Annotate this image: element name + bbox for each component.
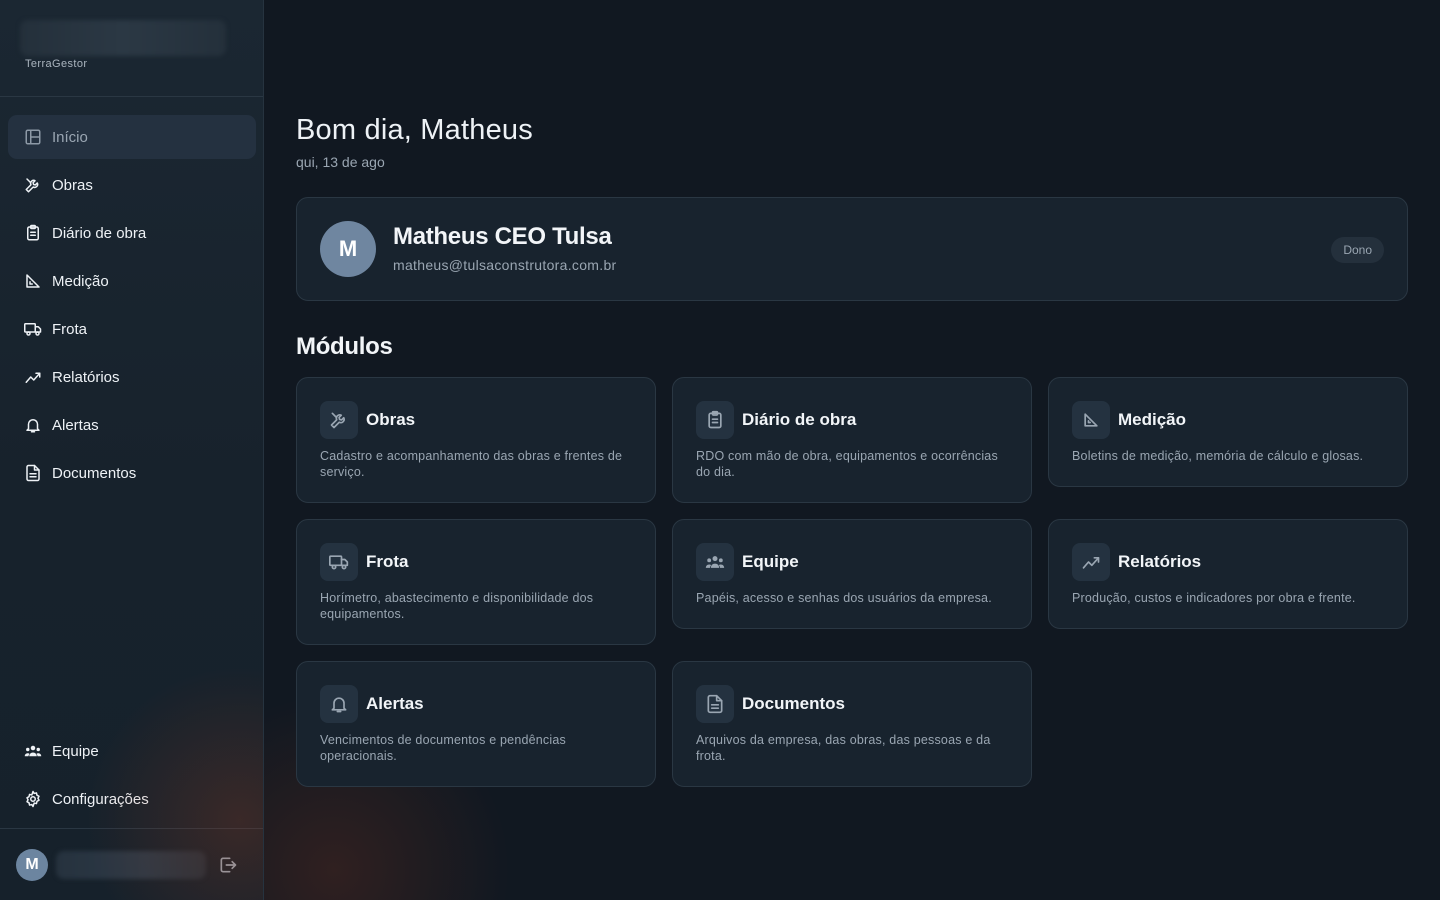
page-title: Bom dia, Matheus [296,114,533,146]
users-icon [696,543,734,581]
sidebar-item-label: Início [52,128,88,146]
modules-title: Módulos [296,333,393,360]
module-title: Medição [1118,410,1187,429]
sidebar-item-equipe[interactable]: Equipe [8,729,256,773]
logout-icon[interactable] [218,855,238,875]
module-description: Boletins de medição, memória de cálculo … [1072,449,1364,463]
sidebar-item-relatorios[interactable]: Relatórios [8,355,256,399]
sidebar-item-label: Equipe [52,742,99,760]
trend-chart-icon [1072,543,1110,581]
module-title: Diário de obra [742,410,857,429]
module-title: Documentos [742,694,845,713]
module-card-equipe[interactable]: Equipe Papéis, acesso e senhas dos usuár… [672,519,1032,629]
module-description: Produção, custos e indicadores por obra … [1072,591,1356,605]
brand-area: TerraGestor [0,0,263,97]
main-content: Bom dia, Matheus qui, 13 de ago M Matheu… [264,0,1440,900]
sidebar-item-label: Medição [52,272,109,290]
profile-card: M Matheus CEO Tulsa matheus@tulsaconstru… [296,197,1408,301]
module-description: RDO com mão de obra, equipamentos e ocor… [696,449,998,479]
sidebar-item-label: Configurações [52,790,149,808]
gear-icon [24,790,42,808]
ruler-triangle-icon [1072,401,1110,439]
ruler-triangle-icon [24,272,42,290]
brand-logo-blurred [20,20,226,56]
module-card-obras[interactable]: Obras Cadastro e acompanhamento das obra… [296,377,656,503]
module-description: Horímetro, abastecimento e disponibilida… [320,591,594,621]
module-card-relatorios[interactable]: Relatórios Produção, custos e indicadore… [1048,519,1408,629]
avatar[interactable]: M [16,849,48,881]
module-title: Obras [366,410,416,429]
sidebar-item-medicao[interactable]: Medição [8,259,256,303]
sidebar-item-documentos[interactable]: Documentos [8,451,256,495]
users-icon [24,742,42,760]
role-badge: Dono [1331,237,1384,263]
sidebar-item-inicio[interactable]: Início [8,115,256,159]
sidebar-item-frota[interactable]: Frota [8,307,256,351]
app-window: TerraGestor Início Obras Diário de obra [0,0,1440,900]
sidebar-item-obras[interactable]: Obras [8,163,256,207]
layout-icon [24,128,42,146]
brand-name: TerraGestor [25,58,88,70]
sidebar-item-label: Frota [52,320,88,338]
sidebar-item-label: Alertas [52,416,99,434]
sidebar-item-label: Documentos [52,464,137,482]
sidebar-item-diario-de-obra[interactable]: Diário de obra [8,211,256,255]
sidebar-item-configuracoes[interactable]: Configurações [8,777,256,821]
bell-icon [320,685,358,723]
sidebar-item-label: Relatórios [52,368,120,386]
module-description: Arquivos da empresa, das obras, das pess… [696,733,991,763]
module-description: Papéis, acesso e senhas dos usuários da … [696,591,992,605]
sidebar-item-label: Obras [52,176,93,194]
module-title: Frota [366,552,409,571]
document-icon [24,464,42,482]
sidebar: TerraGestor Início Obras Diário de obra [0,0,264,900]
profile-email: matheus@tulsaconstrutora.com.br [393,257,617,273]
module-card-diario-de-obra[interactable]: Diário de obra RDO com mão de obra, equi… [672,377,1032,503]
document-icon [696,685,734,723]
clipboard-icon [696,401,734,439]
module-card-documentos[interactable]: Documentos Arquivos da empresa, das obra… [672,661,1032,787]
module-card-frota[interactable]: Frota Horímetro, abastecimento e disponi… [296,519,656,645]
sidebar-item-alertas[interactable]: Alertas [8,403,256,447]
module-card-alertas[interactable]: Alertas Vencimentos de documentos e pend… [296,661,656,787]
profile-name: Matheus CEO Tulsa [393,223,612,250]
tools-icon [24,176,42,194]
module-title: Equipe [742,552,799,571]
current-date: qui, 13 de ago [296,154,385,170]
module-title: Alertas [366,694,424,713]
trend-chart-icon [24,368,42,386]
avatar: M [320,221,376,277]
sidebar-item-label: Diário de obra [52,224,147,242]
user-footer: M [0,828,263,900]
module-card-medicao[interactable]: Medição Boletins de medição, memória de … [1048,377,1408,487]
clipboard-icon [24,224,42,242]
bell-icon [24,416,42,434]
tools-icon [320,401,358,439]
module-description: Vencimentos de documentos e pendências o… [320,733,566,763]
user-name-blurred [56,851,206,879]
truck-icon [320,543,358,581]
module-description: Cadastro e acompanhamento das obras e fr… [320,449,623,479]
module-title: Relatórios [1118,552,1202,571]
truck-icon [24,320,42,338]
